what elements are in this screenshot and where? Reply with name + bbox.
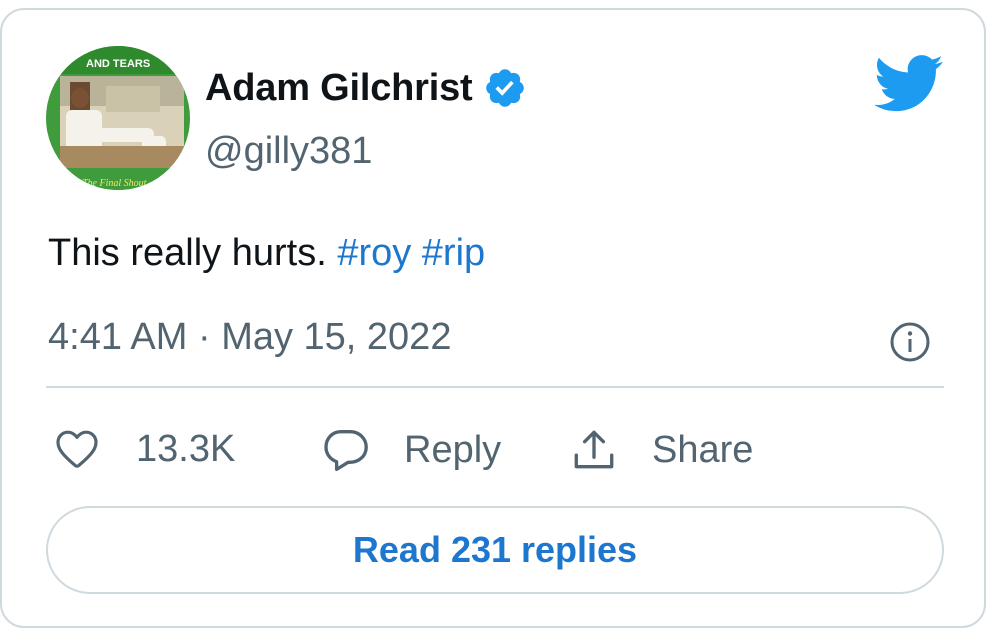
reply-bubble-icon [324, 430, 368, 472]
avatar[interactable]: AND TEARS The Final Shout [46, 46, 190, 190]
share-button[interactable]: Share [568, 425, 753, 475]
avatar-text-bottom: The Final Shout [82, 178, 147, 189]
divider [46, 386, 944, 388]
avatar-text-top: AND TEARS [86, 58, 150, 70]
like-button[interactable]: 13.3K [52, 425, 235, 473]
reply-button[interactable]: Reply [320, 425, 501, 475]
reply-label: Reply [404, 428, 502, 471]
tweet-text: This really hurts. #roy #rip [48, 232, 485, 275]
author-name[interactable]: Adam Gilchrist [205, 67, 473, 110]
tweet-timestamp[interactable]: 4:41 AM · May 15, 2022 [48, 316, 451, 359]
tweet-body: This really hurts. [48, 232, 327, 274]
read-replies-button[interactable]: Read 231 replies [46, 506, 944, 594]
author-handle[interactable]: @gilly381 [205, 130, 372, 173]
verified-badge-icon [485, 69, 524, 107]
info-icon[interactable] [888, 320, 932, 364]
hashtag-roy[interactable]: #roy [337, 232, 411, 274]
tweet-card: AND TEARS The Final Shout Adam Gilchrist… [0, 8, 986, 628]
like-count: 13.3K [136, 427, 236, 470]
share-label: Share [652, 428, 754, 471]
author-name-row: Adam Gilchrist [205, 66, 527, 110]
share-icon [574, 430, 614, 469]
hashtag-rip[interactable]: #rip [422, 232, 485, 274]
twitter-bird-icon[interactable] [874, 54, 944, 114]
avatar-image: AND TEARS The Final Shout [46, 46, 190, 190]
heart-icon [56, 430, 98, 468]
